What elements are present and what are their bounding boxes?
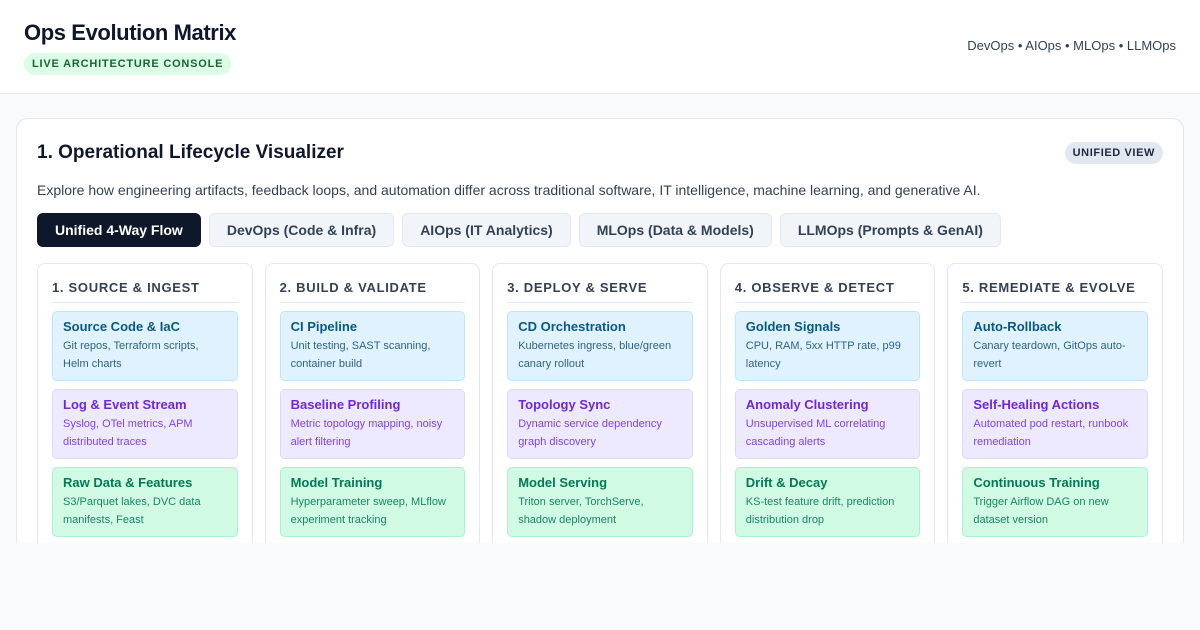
ops-disciplines-list: DevOps • AIOps • MLOps • LLMOps bbox=[967, 38, 1176, 53]
card-title: CD Orchestration bbox=[518, 319, 626, 334]
card-title: Log & Event Stream bbox=[63, 397, 187, 412]
stage-deploy-serve: 3. DEPLOY & SERVE CD Orchestration Kuber… bbox=[492, 263, 708, 543]
card-title: Golden Signals bbox=[745, 319, 841, 334]
card-model-training[interactable]: Model Training Hyperparameter sweep, MLf… bbox=[279, 467, 466, 537]
tab-aiops[interactable]: AIOps (IT Analytics) bbox=[402, 213, 571, 247]
card-self-healing-actions[interactable]: Self-Healing Actions Automated pod resta… bbox=[962, 389, 1148, 459]
tab-mlops[interactable]: MLOps (Data & Models) bbox=[578, 213, 772, 247]
card-description: Automated pod restart, runbook remediati… bbox=[973, 418, 1129, 448]
tab-llmops[interactable]: LLMOps (Prompts & GenAI) bbox=[779, 213, 1001, 247]
card-drift-decay[interactable]: Drift & Decay KS-test feature drift, pre… bbox=[734, 467, 921, 537]
card-description: Unit testing, SAST scanning, container b… bbox=[290, 340, 431, 370]
card-title: CI Pipeline bbox=[290, 319, 358, 334]
card-description: Dynamic service dependency graph discove… bbox=[518, 418, 662, 448]
card-description: Hyperparameter sweep, MLflow experiment … bbox=[290, 496, 446, 526]
tab-unified-flow[interactable]: Unified 4-Way Flow bbox=[37, 213, 201, 247]
view-tabs: Unified 4-Way Flow DevOps (Code & Infra)… bbox=[37, 213, 1001, 247]
app-title: Ops Evolution Matrix bbox=[24, 20, 237, 45]
card-description: Canary teardown, GitOps auto-revert bbox=[973, 340, 1126, 370]
card-description: KS-test feature drift, prediction distri… bbox=[745, 496, 895, 526]
card-auto-rollback[interactable]: Auto-Rollback Canary teardown, GitOps au… bbox=[962, 311, 1148, 381]
card-description: S3/Parquet lakes, DVC data manifests, Fe… bbox=[63, 496, 201, 526]
lifecycle-panel: 1. Operational Lifecycle Visualizer UNIF… bbox=[16, 118, 1184, 543]
unified-view-badge: UNIFIED VIEW bbox=[1064, 142, 1163, 164]
card-title: Anomaly Clustering bbox=[745, 397, 869, 412]
card-title: Self-Healing Actions bbox=[973, 397, 1100, 412]
stage-columns: 1. SOURCE & INGEST Source Code & IaC Git… bbox=[37, 263, 1163, 543]
card-golden-signals[interactable]: Golden Signals CPU, RAM, 5xx HTTP rate, … bbox=[734, 311, 921, 381]
stage-observe-detect: 4. OBSERVE & DETECT Golden Signals CPU, … bbox=[719, 263, 936, 543]
card-log-event-stream[interactable]: Log & Event Stream Syslog, OTel metrics,… bbox=[52, 389, 238, 459]
panel-title: 1. Operational Lifecycle Visualizer bbox=[37, 142, 344, 163]
card-description: Syslog, OTel metrics, APM distributed tr… bbox=[63, 418, 193, 448]
card-title: Raw Data & Features bbox=[63, 475, 193, 490]
card-title: Baseline Profiling bbox=[290, 397, 401, 412]
tab-devops[interactable]: DevOps (Code & Infra) bbox=[208, 213, 395, 247]
live-console-badge: LIVE ARCHITECTURE CONSOLE bbox=[24, 53, 232, 75]
card-description: Unsupervised ML correlating cascading al… bbox=[745, 418, 886, 448]
card-model-serving[interactable]: Model Serving Triton server, TorchServe,… bbox=[507, 467, 693, 537]
card-title: Drift & Decay bbox=[745, 475, 828, 490]
stage-build-validate: 2. BUILD & VALIDATE CI Pipeline Unit tes… bbox=[264, 263, 481, 543]
stage-title: 5. REMEDIATE & EVOLVE bbox=[962, 278, 1148, 303]
stage-remediate-evolve: 5. REMEDIATE & EVOLVE Auto-Rollback Cana… bbox=[947, 263, 1163, 543]
card-title: Continuous Training bbox=[973, 475, 1100, 490]
card-title: Topology Sync bbox=[518, 397, 611, 412]
card-ci-pipeline[interactable]: CI Pipeline Unit testing, SAST scanning,… bbox=[279, 311, 466, 381]
panel-description: Explore how engineering artifacts, feedb… bbox=[37, 182, 981, 198]
card-description: Trigger Airflow DAG on new dataset versi… bbox=[973, 496, 1109, 526]
card-title: Model Serving bbox=[518, 475, 608, 490]
card-description: Metric topology mapping, noisy alert fil… bbox=[290, 418, 443, 448]
card-description: Triton server, TorchServe, shadow deploy… bbox=[518, 496, 644, 526]
card-description: CPU, RAM, 5xx HTTP rate, p99 latency bbox=[745, 340, 901, 370]
stage-title: 4. OBSERVE & DETECT bbox=[734, 278, 921, 303]
card-topology-sync[interactable]: Topology Sync Dynamic service dependency… bbox=[507, 389, 693, 459]
card-description: Kubernetes ingress, blue/green canary ro… bbox=[518, 340, 672, 370]
card-cd-orchestration[interactable]: CD Orchestration Kubernetes ingress, blu… bbox=[507, 311, 693, 381]
card-anomaly-clustering[interactable]: Anomaly Clustering Unsupervised ML corre… bbox=[734, 389, 921, 459]
card-source-code-iac[interactable]: Source Code & IaC Git repos, Terraform s… bbox=[52, 311, 238, 381]
card-baseline-profiling[interactable]: Baseline Profiling Metric topology mappi… bbox=[279, 389, 466, 459]
stage-title: 3. DEPLOY & SERVE bbox=[507, 278, 693, 303]
stage-source-ingest: 1. SOURCE & INGEST Source Code & IaC Git… bbox=[37, 263, 253, 543]
card-description: Git repos, Terraform scripts, Helm chart… bbox=[63, 340, 199, 370]
card-title: Auto-Rollback bbox=[973, 319, 1062, 334]
card-continuous-training[interactable]: Continuous Training Trigger Airflow DAG … bbox=[962, 467, 1148, 537]
card-title: Source Code & IaC bbox=[63, 319, 181, 334]
card-raw-data-features[interactable]: Raw Data & Features S3/Parquet lakes, DV… bbox=[52, 467, 238, 537]
card-title: Model Training bbox=[290, 475, 383, 490]
stage-title: 1. SOURCE & INGEST bbox=[52, 278, 238, 303]
panel-viewport: 1. Operational Lifecycle Visualizer UNIF… bbox=[16, 118, 1184, 543]
stage-title: 2. BUILD & VALIDATE bbox=[279, 278, 466, 303]
top-bar: Ops Evolution Matrix LIVE ARCHITECTURE C… bbox=[0, 0, 1200, 94]
